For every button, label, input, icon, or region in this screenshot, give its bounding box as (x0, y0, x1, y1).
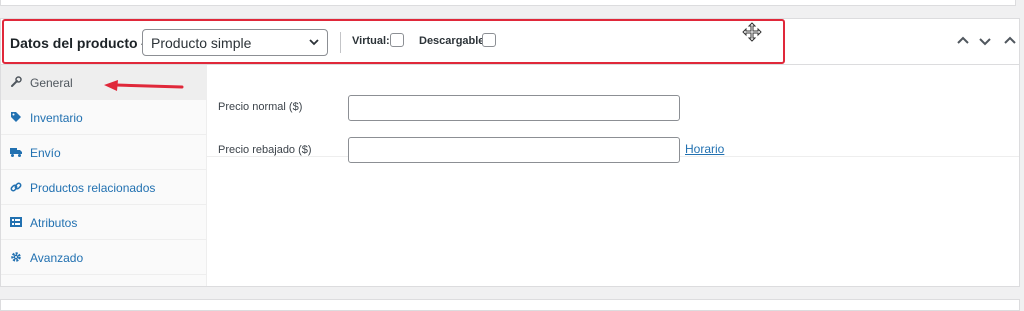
tab-label: Productos relacionados (30, 181, 156, 195)
move-cursor-icon (742, 22, 762, 42)
list-icon (10, 217, 22, 227)
move-down-icon[interactable] (977, 33, 993, 49)
previous-panel-edge (0, 0, 1016, 6)
downloadable-label: Descargable: (419, 35, 489, 47)
link-icon (10, 182, 22, 192)
tab-label: General (30, 76, 73, 90)
regular-price-label: Precio normal ($) (218, 101, 303, 113)
tab-avanzado[interactable]: Avanzado (1, 240, 206, 275)
move-up-icon[interactable] (955, 33, 971, 49)
regular-price-input[interactable] (348, 95, 680, 121)
truck-icon (10, 148, 22, 157)
product-data-panel: Datos del producto — Producto simple Vir… (0, 18, 1020, 287)
panel-title: Datos del producto — (10, 35, 156, 51)
sale-price-input[interactable] (348, 137, 680, 163)
gear-icon (11, 252, 21, 262)
product-type-value: Producto simple (151, 35, 252, 51)
tab-productos-relacionados[interactable]: Productos relacionados (1, 170, 206, 205)
schedule-link[interactable]: Horario (685, 142, 724, 156)
tab-envio[interactable]: Envío (1, 135, 206, 170)
tab-general[interactable]: General (1, 65, 206, 100)
product-data-tabs: General Inventario Envío Productos relac… (1, 65, 207, 286)
sale-price-label: Precio rebajado ($) (218, 144, 312, 156)
wrench-icon (11, 76, 22, 87)
downloadable-checkbox[interactable] (482, 33, 496, 47)
chevron-down-icon (309, 39, 319, 46)
tab-label: Envío (30, 146, 61, 160)
general-fields: Precio normal ($) Precio rebajado ($) Ho… (207, 65, 1019, 163)
header-divider (340, 32, 341, 53)
virtual-checkbox[interactable] (390, 33, 404, 47)
tab-label: Inventario (30, 111, 83, 125)
virtual-label: Virtual: (352, 35, 390, 47)
tag-icon (11, 112, 21, 122)
tab-atributos[interactable]: Atributos (1, 205, 206, 240)
product-type-select[interactable]: Producto simple (142, 29, 328, 56)
tab-label: Atributos (30, 216, 78, 230)
tab-label: Avanzado (30, 251, 84, 265)
toggle-panel-icon[interactable] (1002, 33, 1018, 49)
tab-inventario[interactable]: Inventario (1, 100, 206, 135)
panel-header: Datos del producto — Producto simple Vir… (1, 19, 1019, 65)
next-panel-edge (0, 299, 1020, 311)
